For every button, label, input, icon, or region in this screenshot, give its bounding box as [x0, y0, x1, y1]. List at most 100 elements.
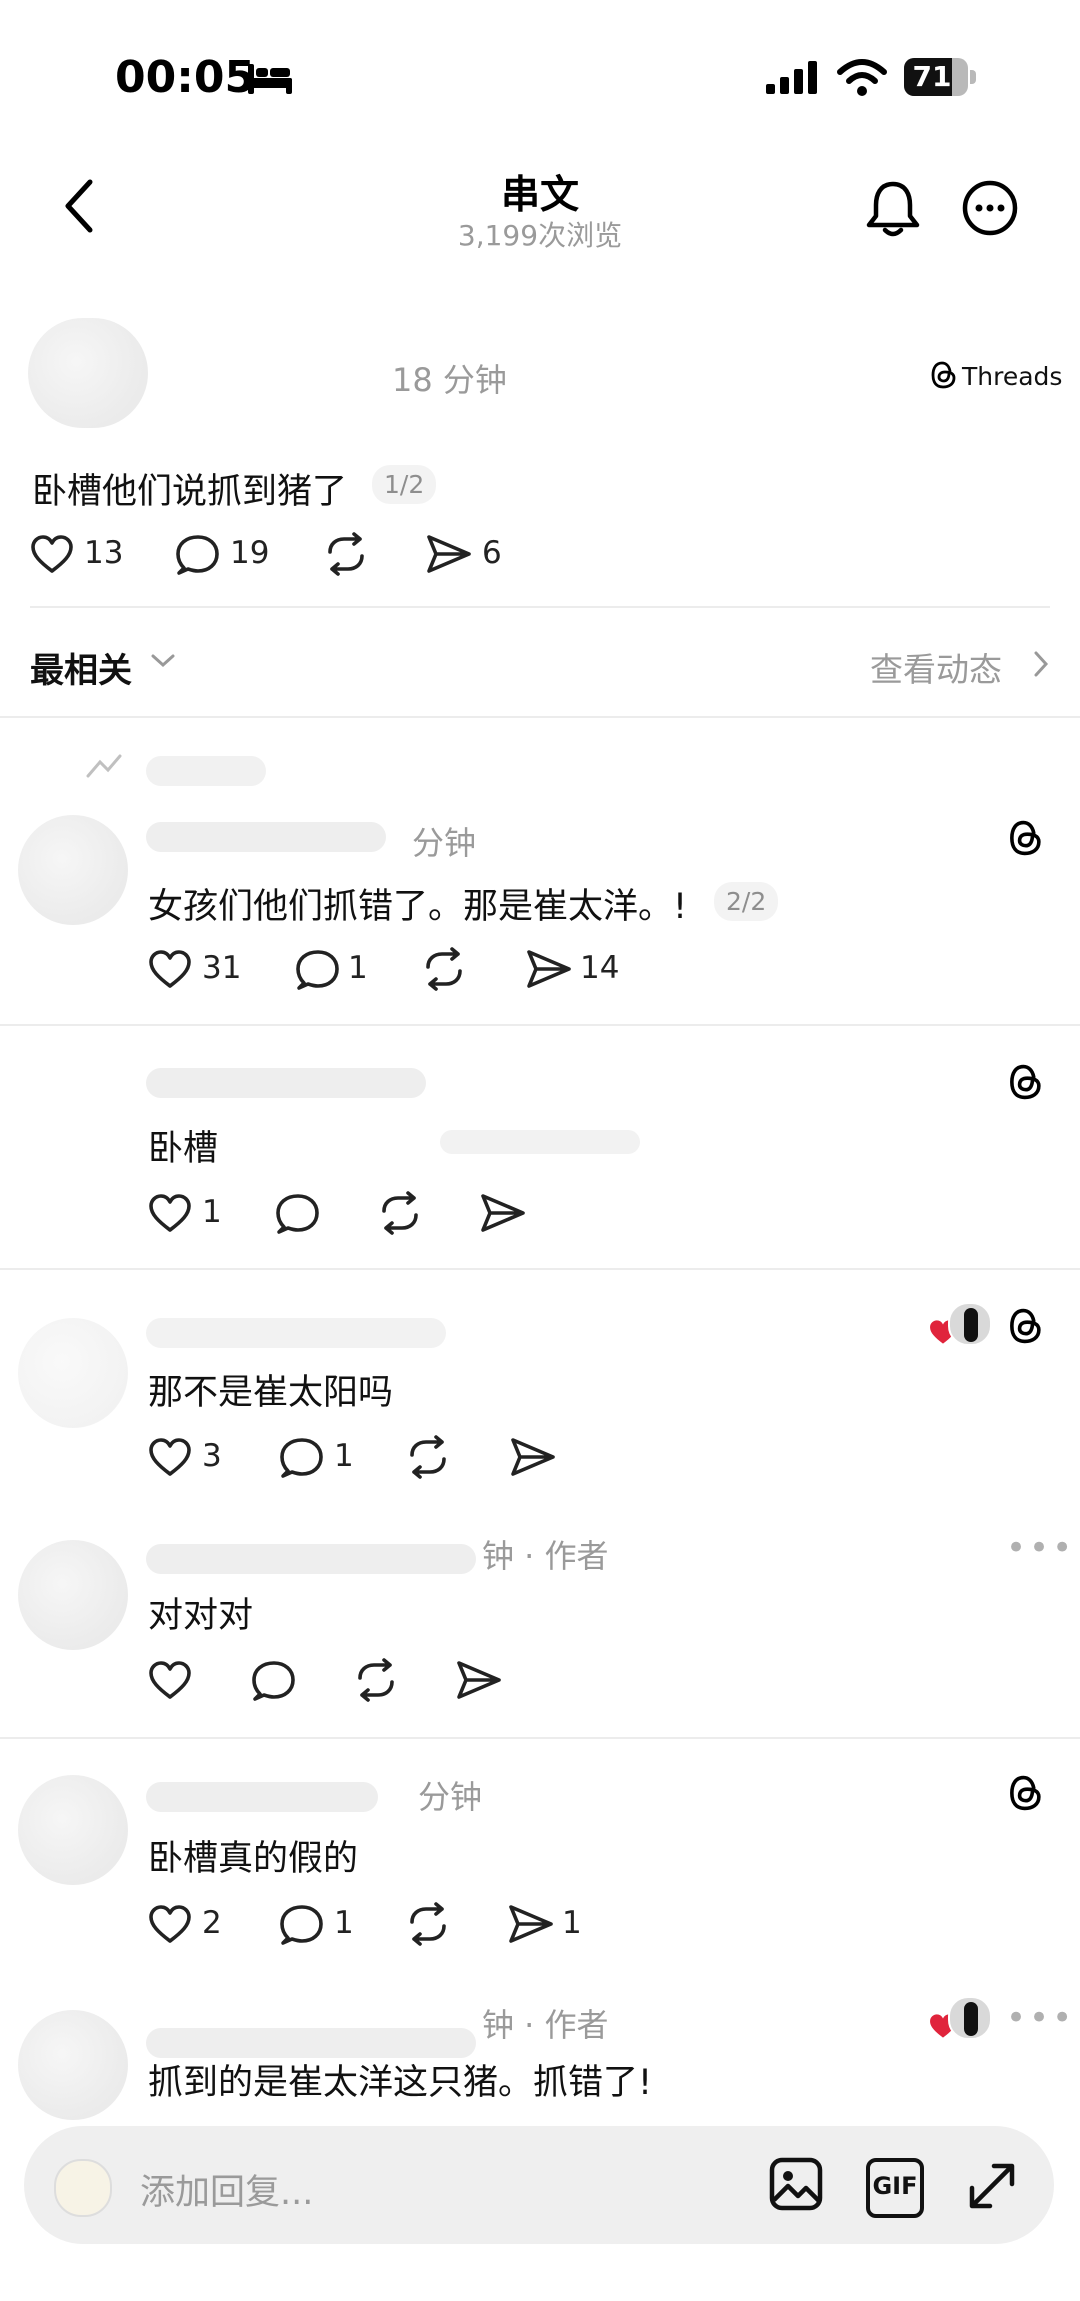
- share-button[interactable]: [456, 1660, 502, 1700]
- blurred-username: [146, 1544, 476, 1574]
- share-button[interactable]: [480, 1193, 526, 1233]
- divider: [0, 1024, 1080, 1026]
- like-count: 31: [202, 950, 242, 986]
- blurred-username: [146, 1782, 378, 1812]
- repost-button[interactable]: [406, 1902, 450, 1946]
- avatar[interactable]: [18, 1775, 128, 1885]
- post-page-indicator: 1/2: [372, 465, 437, 504]
- comment-text: 女孩们他们抓错了。那是崔太洋。!: [148, 887, 688, 927]
- like-button[interactable]: [148, 949, 192, 989]
- reply-button[interactable]: [296, 949, 340, 991]
- repost-button[interactable]: [324, 532, 368, 576]
- chevron-down-icon: [150, 652, 176, 670]
- author-avatar: [948, 1996, 992, 2040]
- current-user-avatar[interactable]: [54, 2159, 112, 2217]
- post-text: 卧槽他们说抓到猪了: [32, 472, 348, 512]
- share-count: 6: [482, 535, 502, 571]
- comment-text: 抓到的是崔太洋这只猪。抓错了!: [148, 2063, 653, 2103]
- reply-input[interactable]: 添加回复...: [140, 2164, 313, 2215]
- like-count: 2: [202, 1905, 222, 1941]
- share-count: 1: [562, 1905, 582, 1941]
- reply-button[interactable]: [280, 1437, 324, 1479]
- wifi-icon: [836, 58, 888, 98]
- comment-time: 分钟: [418, 1778, 483, 1816]
- reply-count: 1: [348, 950, 368, 986]
- reply-button[interactable]: [252, 1660, 296, 1702]
- comment-more-button[interactable]: •••: [1006, 1998, 1075, 2038]
- bell-button[interactable]: [864, 178, 922, 238]
- back-button[interactable]: [60, 176, 100, 236]
- blurred-username: [146, 756, 266, 786]
- like-button[interactable]: [148, 1904, 192, 1944]
- more-options-button[interactable]: [960, 178, 1020, 238]
- avatar[interactable]: [18, 815, 128, 925]
- repost-button[interactable]: [378, 1191, 422, 1235]
- like-count: 3: [202, 1438, 222, 1474]
- threads-logo-icon: [930, 360, 958, 390]
- status-time: 00:05: [115, 52, 256, 103]
- avatar[interactable]: [18, 1318, 128, 1428]
- view-activity-link[interactable]: 查看动态: [870, 643, 1002, 691]
- avatar[interactable]: [18, 2010, 128, 2120]
- post-time: 18 分钟: [392, 361, 507, 399]
- like-count: 1: [202, 1194, 222, 1230]
- like-count: 13: [84, 535, 124, 571]
- threads-logo-icon: [1008, 1062, 1044, 1102]
- comment-page-indicator: 2/2: [714, 882, 779, 921]
- sort-dropdown[interactable]: 最相关: [30, 643, 132, 692]
- reply-button[interactable]: [276, 1193, 320, 1235]
- gif-button[interactable]: GIF: [866, 2158, 924, 2218]
- divider: [30, 606, 1050, 608]
- like-button[interactable]: [148, 1193, 192, 1233]
- blurred-username: [146, 1318, 446, 1348]
- comment-more-button[interactable]: •••: [1006, 1528, 1075, 1568]
- threads-logo-icon: [1008, 818, 1044, 858]
- page-title: 串文: [500, 173, 579, 218]
- threads-logo-icon: [1008, 1773, 1044, 1813]
- sleep-bed-icon: [246, 60, 294, 96]
- like-button[interactable]: [30, 534, 74, 574]
- expand-icon[interactable]: [964, 2158, 1020, 2214]
- view-count: 3,199次浏览: [457, 219, 623, 252]
- divider: [0, 716, 1080, 718]
- image-picker-icon[interactable]: [768, 2156, 824, 2212]
- comment-text: 对对对: [148, 1596, 254, 1636]
- cellular-signal-icon: [766, 60, 822, 96]
- repost-button[interactable]: [354, 1658, 398, 1702]
- share-button[interactable]: [510, 1437, 556, 1477]
- blurred-content: [440, 1130, 640, 1154]
- reply-button[interactable]: [176, 534, 220, 576]
- reply-thread-icon: [84, 752, 124, 780]
- comment-meta: 钟 · 作者: [482, 2006, 609, 2044]
- like-button[interactable]: [148, 1437, 192, 1477]
- reply-count: 19: [230, 535, 270, 571]
- battery-icon: 71: [904, 58, 976, 96]
- avatar[interactable]: [18, 1540, 128, 1650]
- reply-bar: 添加回复... GIF: [24, 2126, 1054, 2244]
- share-button[interactable]: [426, 534, 472, 574]
- reply-count: 1: [334, 1905, 354, 1941]
- comment-text: 卧槽真的假的: [148, 1839, 359, 1879]
- like-button[interactable]: [148, 1660, 192, 1700]
- blurred-username: [146, 1068, 426, 1098]
- threads-logo-icon: [1008, 1306, 1044, 1346]
- comment-text: 那不是崔太阳吗: [148, 1373, 394, 1413]
- chevron-right-icon: [1032, 650, 1050, 678]
- comment-text: 卧槽: [148, 1129, 219, 1169]
- repost-button[interactable]: [406, 1435, 450, 1479]
- share-button[interactable]: [526, 949, 572, 989]
- share-button[interactable]: [508, 1904, 554, 1944]
- sort-label: 最相关: [30, 651, 132, 691]
- reply-count: 1: [334, 1438, 354, 1474]
- gif-label: GIF: [872, 2172, 918, 2200]
- avatar[interactable]: [28, 318, 148, 428]
- divider: [0, 1737, 1080, 1739]
- repost-button[interactable]: [422, 947, 466, 991]
- comment-time: 分钟: [412, 824, 477, 862]
- reply-button[interactable]: [280, 1904, 324, 1946]
- battery-level: 71: [912, 60, 952, 93]
- comment-meta: 钟 · 作者: [482, 1537, 609, 1575]
- share-count: 14: [580, 950, 620, 986]
- threads-brand-label: Threads: [962, 362, 1063, 391]
- author-avatar: [948, 1302, 992, 1346]
